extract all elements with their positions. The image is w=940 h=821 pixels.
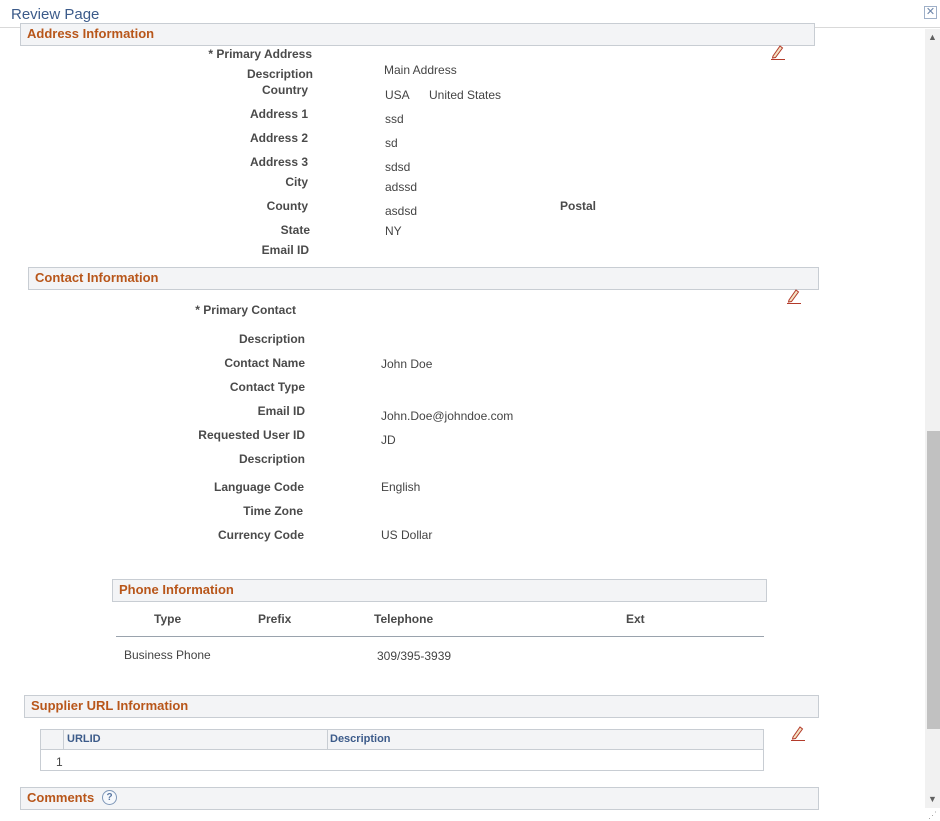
currency-code-label: Currency Code [217,528,304,542]
scroll-up-icon[interactable]: ▲ [927,32,938,42]
url-grid: URLID Description 1 [40,729,764,771]
scroll-thumb[interactable] [927,431,940,729]
country-name-value: United States [429,88,502,102]
country-label: Country [262,83,308,97]
help-icon[interactable]: ? [102,790,117,805]
phone-col-ext: Ext [626,612,645,626]
resize-grip-icon[interactable]: ⋰ [928,810,938,820]
url-grid-divider [327,730,328,750]
address3-label: Address 3 [249,155,308,169]
url-grid-header: URLID Description [41,730,763,750]
contact-type-label: Contact Type [229,380,305,394]
city-value: adssd [385,180,418,194]
comments-section-header: Comments [20,787,819,810]
address-description-value: Main Address [384,63,457,77]
primary-contact-label: * Primary Contact [195,303,296,317]
address1-label: Address 1 [249,107,308,121]
language-code-label: Language Code [213,480,304,494]
county-label: County [266,199,308,213]
contact-email-label: Email ID [257,404,305,418]
address1-value: ssd [385,112,404,126]
phone-header-divider [116,636,764,637]
currency-code-value: US Dollar [381,528,433,542]
address-email-label: Email ID [261,243,309,257]
city-label: City [285,175,308,189]
phone-col-telephone: Telephone [374,612,434,626]
page-title: Review Page [11,6,100,23]
comments-section-title: Comments [27,790,95,805]
phone-section-header: Phone Information [112,579,767,602]
contact-section-title: Contact Information [35,270,159,285]
contact-name-value: John Doe [381,357,433,371]
time-zone-label: Time Zone [243,504,303,518]
phone-type-cell: Business Phone [124,648,211,662]
requested-user-label: Requested User ID [198,428,305,442]
vertical-scrollbar[interactable]: ▲ ▼ [925,29,940,808]
url-col-description[interactable]: Description [330,733,391,745]
phone-telephone-cell: 309/395-3939 [377,649,452,663]
requested-user-value: JD [381,433,396,447]
phone-col-prefix: Prefix [258,612,292,626]
state-value: NY [385,224,402,238]
pencil-icon[interactable] [770,44,786,60]
primary-address-label: * Primary Address [208,47,312,61]
url-grid-divider [63,730,64,750]
address-section-header: Address Information [20,23,815,46]
address2-value: sd [385,136,398,150]
pencil-icon[interactable] [790,725,806,741]
pencil-icon[interactable] [786,288,802,304]
url-col-urlid[interactable]: URLID [67,733,101,745]
country-code-value: USA [385,88,410,102]
contact-name-label: Contact Name [224,356,305,370]
address3-value: sdsd [385,160,411,174]
scroll-down-icon[interactable]: ▼ [927,794,938,804]
address-section-title: Address Information [27,26,155,41]
county-value: asdsd [385,204,418,218]
contact-description2-label: Description [238,452,305,466]
address2-label: Address 2 [249,131,308,145]
language-code-value: English [381,480,421,494]
url-row-number: 1 [56,755,63,769]
contact-description-label: Description [238,332,305,346]
postal-label: Postal [559,199,596,213]
contact-email-value: John.Doe@johndoe.com [381,409,514,423]
phone-col-type: Type [154,612,182,626]
address-description-label: Description [246,67,313,81]
state-label: State [280,223,310,237]
url-section-header: Supplier URL Information [24,695,819,718]
close-icon[interactable]: ✕ [924,6,937,19]
contact-section-header: Contact Information [28,267,819,290]
phone-section-title: Phone Information [119,582,234,597]
url-section-title: Supplier URL Information [31,698,189,713]
